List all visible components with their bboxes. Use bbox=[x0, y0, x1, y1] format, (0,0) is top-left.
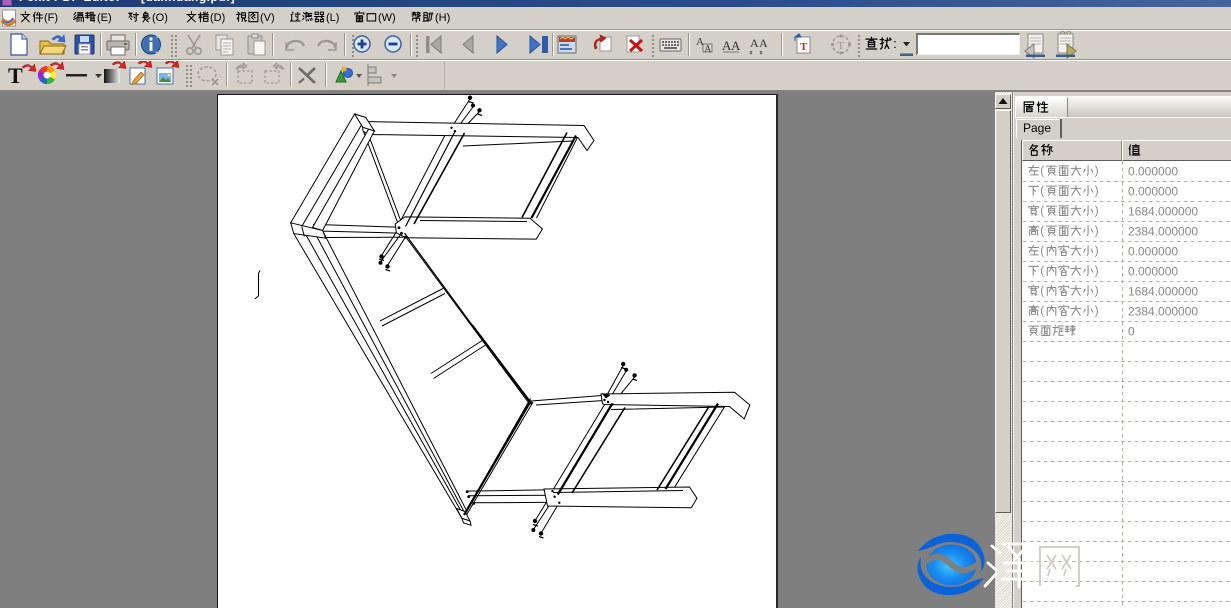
svg-text:T: T bbox=[800, 41, 808, 53]
svg-text:(O): (O) bbox=[152, 12, 168, 24]
svg-text:): ) bbox=[1095, 306, 1099, 318]
svg-text:A: A bbox=[731, 38, 741, 53]
svg-text:0: 0 bbox=[1128, 324, 1135, 338]
svg-text:1684.000000: 1684.000000 bbox=[1128, 284, 1198, 298]
svg-text:): ) bbox=[1095, 266, 1099, 278]
svg-text:0.000000: 0.000000 bbox=[1128, 164, 1178, 178]
svg-text:): ) bbox=[1095, 166, 1099, 178]
svg-text:): ) bbox=[1095, 206, 1099, 218]
svg-text:): ) bbox=[1095, 286, 1099, 298]
svg-text:(: ( bbox=[1040, 306, 1044, 318]
svg-text:2384.000000: 2384.000000 bbox=[1128, 224, 1198, 238]
svg-text:0.000000: 0.000000 bbox=[1128, 264, 1178, 278]
svg-text:A: A bbox=[705, 44, 712, 54]
svg-text:(V): (V) bbox=[260, 12, 275, 24]
svg-text:): ) bbox=[1095, 186, 1099, 198]
svg-text:(: ( bbox=[1040, 186, 1044, 198]
svg-text:(: ( bbox=[1040, 286, 1044, 298]
svg-text:(D): (D) bbox=[210, 12, 225, 24]
svg-text:2384.000000: 2384.000000 bbox=[1128, 304, 1198, 318]
svg-text:(: ( bbox=[1040, 206, 1044, 218]
svg-text:(: ( bbox=[1040, 166, 1044, 178]
svg-text::: : bbox=[893, 36, 897, 51]
svg-text:(E): (E) bbox=[97, 12, 112, 24]
svg-text:0.000000: 0.000000 bbox=[1128, 244, 1178, 258]
svg-text:1684.000000: 1684.000000 bbox=[1128, 204, 1198, 218]
svg-text:): ) bbox=[1095, 246, 1099, 258]
svg-text:(: ( bbox=[1040, 266, 1044, 278]
svg-text:A: A bbox=[750, 36, 759, 50]
svg-text:T: T bbox=[838, 40, 845, 52]
svg-text:(H): (H) bbox=[435, 12, 450, 24]
svg-text:(: ( bbox=[1040, 226, 1044, 238]
svg-text:(W): (W) bbox=[378, 12, 396, 24]
svg-text:(F): (F) bbox=[44, 12, 58, 24]
svg-text:A: A bbox=[759, 36, 768, 50]
svg-text:(: ( bbox=[1040, 246, 1044, 258]
svg-text:0.000000: 0.000000 bbox=[1128, 184, 1178, 198]
svg-text:): ) bbox=[1095, 226, 1099, 238]
svg-text:T: T bbox=[8, 63, 23, 88]
svg-text:(L): (L) bbox=[326, 12, 339, 24]
